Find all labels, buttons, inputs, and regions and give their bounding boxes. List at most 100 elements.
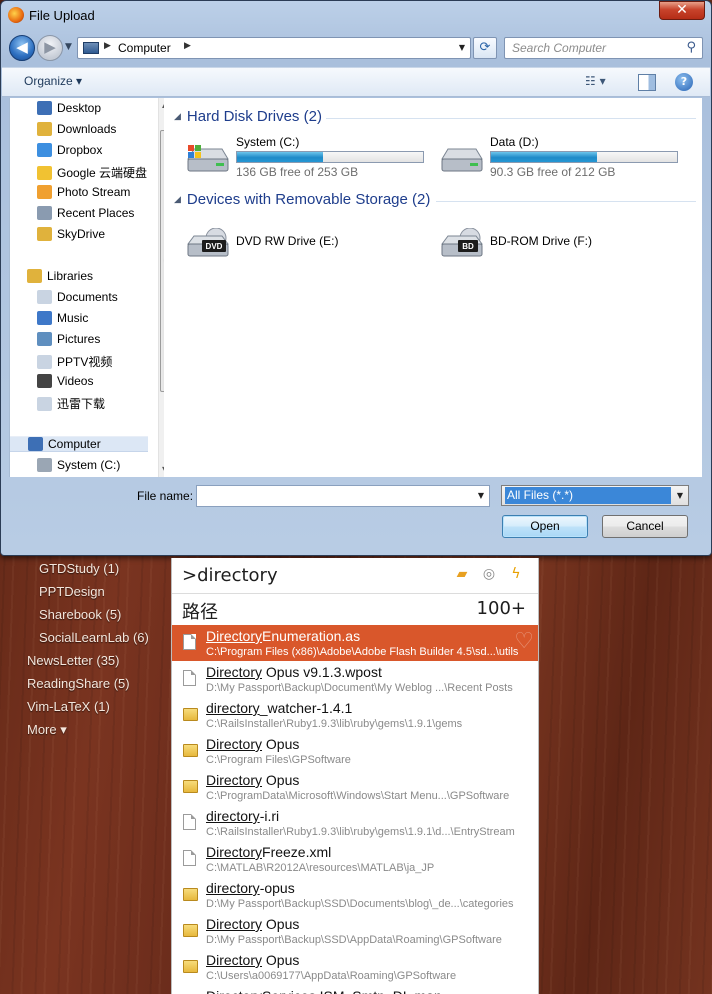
search-input[interactable]: Search Computer ⚲	[504, 37, 703, 59]
videos-icon	[37, 374, 52, 388]
result-item[interactable]: directory-i.ri C:\RailsInstaller\Ruby1.9.…	[172, 805, 538, 841]
tag-item[interactable]: Vim-LaTeX (1)	[27, 699, 110, 714]
group-header-removable[interactable]: ◢ Devices with Removable Storage (2)	[174, 191, 430, 208]
video-library-icon	[37, 355, 52, 369]
music-icon	[37, 311, 52, 325]
group-label: Devices with Removable Storage (2)	[186, 191, 431, 208]
skydrive-folder-icon	[37, 227, 52, 241]
tag-item[interactable]: NewsLetter (35)	[27, 653, 119, 668]
result-title: Directory Opus	[206, 772, 299, 788]
tag-item[interactable]: GTDStudy (1)	[39, 561, 119, 576]
drive-bdrom-f[interactable]: BD BD-ROM Drive (F:)	[438, 218, 688, 266]
file-name-dropdown-icon[interactable]: ▼	[478, 491, 484, 500]
help-icon[interactable]: ?	[675, 73, 693, 91]
close-button[interactable]: ✕	[659, 1, 705, 20]
preview-pane-button[interactable]	[638, 74, 656, 91]
result-item[interactable]: DirectoryFreeze.xml C:\MATLAB\R2012A\reso…	[172, 841, 538, 877]
group-header-hard-disks[interactable]: ◢ Hard Disk Drives (2)	[174, 108, 322, 125]
result-title-rest: Freeze.xml	[262, 844, 332, 860]
sidebar-item-system-c[interactable]: System (C:)	[37, 458, 120, 472]
sidebar-item-pictures[interactable]: Pictures	[37, 332, 100, 346]
chevron-down-icon[interactable]: ▼	[677, 491, 683, 500]
drive-dvd-e[interactable]: DVD DVD RW Drive (E:)	[184, 218, 434, 266]
result-path: C:\Users\a0069177\AppData\Roaming\GPSoft…	[206, 970, 457, 982]
sidebar-item-pptv[interactable]: PPTV视频	[37, 353, 112, 370]
sidebar-item-desktop[interactable]: Desktop	[37, 101, 101, 115]
computer-icon	[83, 42, 99, 54]
tag-item[interactable]: PPTDesign	[39, 584, 105, 599]
sidebar-item-photo-stream[interactable]: Photo Stream	[37, 185, 130, 199]
search-placeholder: Search Computer	[512, 41, 607, 55]
search-icon[interactable]: ⚲	[686, 40, 696, 55]
refresh-button[interactable]: ⟳	[473, 37, 497, 59]
change-view-button[interactable]: ☷ ▾	[585, 74, 619, 92]
sidebar-item-recent-places[interactable]: Recent Places	[37, 206, 134, 220]
organize-button[interactable]: Organize ▾	[24, 74, 82, 88]
query-bar[interactable]: >directory ▰ ◎ ϟ	[172, 558, 538, 594]
lightning-icon[interactable]: ϟ	[508, 566, 524, 582]
result-item[interactable]: DirectoryEnumeration.as C:\Program Files …	[172, 625, 538, 661]
recent-pages-dropdown[interactable]: ▼	[65, 42, 72, 52]
launcher-panel: >directory ▰ ◎ ϟ 路径 100+ DirectoryEnumer…	[171, 558, 539, 994]
breadcrumb-arrow-icon[interactable]: ▶	[184, 41, 191, 51]
drive-name: Data (D:)	[490, 135, 539, 149]
result-item[interactable]: directory-opus D:\My Passport\Backup\SSD\…	[172, 877, 538, 913]
result-title-rest: Enumeration.as	[262, 628, 361, 644]
tag-item[interactable]: Sharebook (5)	[39, 607, 121, 622]
command-toolbar: Organize ▾ ☷ ▾ ?	[2, 67, 710, 97]
cancel-button[interactable]: Cancel	[602, 515, 688, 538]
settings-icon[interactable]: ◎	[481, 566, 497, 582]
drive-data-d[interactable]: Data (D:) 90.3 GB free of 212 GB	[438, 135, 688, 183]
drive-name: DVD RW Drive (E:)	[236, 234, 339, 248]
collapse-arrow-icon[interactable]: ◢	[174, 111, 181, 121]
tag-item[interactable]: ReadingShare (5)	[27, 676, 130, 691]
address-dropdown-icon[interactable]: ▼	[459, 43, 465, 52]
sidebar-item-xunlei[interactable]: 迅雷下载	[37, 395, 105, 412]
result-item[interactable]: Directory Opus v9.1.3.wpost D:\My Passpor…	[172, 661, 538, 697]
sidebar-item-videos[interactable]: Videos	[37, 374, 93, 388]
result-item[interactable]: DirectoryServices.ISM_Smtp_DL.man	[172, 985, 538, 994]
breadcrumb-arrow-icon[interactable]: ▶	[104, 41, 111, 51]
sidebar-item-documents[interactable]: Documents	[37, 290, 118, 304]
sidebar-item-google-drive[interactable]: Google 云端硬盘	[37, 164, 147, 181]
forward-button[interactable]: ▶	[37, 35, 63, 61]
result-item[interactable]: Directory Opus C:\Program Files\GPSoftwar…	[172, 733, 538, 769]
sidebar-item-music[interactable]: Music	[37, 311, 88, 325]
file-name-input[interactable]: ▼	[196, 485, 490, 507]
sidebar-item-libraries[interactable]: Libraries	[27, 269, 93, 283]
sidebar-item-dropbox[interactable]: Dropbox	[37, 143, 102, 157]
sidebar-item-skydrive[interactable]: SkyDrive	[37, 227, 105, 241]
file-type-select[interactable]: All Files (*.*) ▼	[501, 485, 689, 506]
open-button[interactable]: Open	[502, 515, 588, 538]
result-item[interactable]: Directory Opus D:\My Passport\Backup\SSD\…	[172, 913, 538, 949]
download-library-icon	[37, 397, 52, 411]
tag-item[interactable]: SocialLearnLab (6)	[39, 630, 149, 645]
more-link[interactable]: More ▾	[27, 722, 67, 738]
navigation-bar: ◀ ▶ ▼ ▶ Computer ▶ ▼ ⟳ Search Computer ⚲	[1, 31, 711, 65]
sidebar-item-downloads[interactable]: Downloads	[37, 122, 116, 136]
back-button[interactable]: ◀	[9, 35, 35, 61]
result-title-rest: Services.ISM_Smtp_DL.man	[262, 988, 442, 994]
sidebar-item-label: Desktop	[57, 101, 102, 115]
address-bar[interactable]: ▶ Computer ▶ ▼	[77, 37, 471, 59]
folder-icon	[183, 708, 198, 721]
refresh-icon: ⟳	[479, 40, 491, 55]
result-item[interactable]: Directory Opus C:\ProgramData\Microsoft\W…	[172, 769, 538, 805]
collapse-arrow-icon[interactable]: ◢	[174, 194, 181, 204]
folder-icon	[183, 924, 198, 937]
libraries-icon	[27, 269, 42, 283]
group-divider	[326, 118, 696, 119]
query-input[interactable]: >directory	[182, 565, 278, 586]
result-title-rest: Opus	[262, 772, 300, 788]
sidebar-item-label: Libraries	[47, 269, 94, 283]
result-item[interactable]: Directory Opus C:\Users\a0069177\AppData\…	[172, 949, 538, 985]
file-icon	[183, 634, 196, 650]
sidebar-item-computer[interactable]: Computer	[10, 436, 148, 452]
favorite-heart-icon[interactable]: ♡	[514, 629, 534, 654]
window-title: File Upload	[29, 8, 95, 23]
address-crumb-computer[interactable]: Computer	[118, 41, 171, 55]
result-item[interactable]: directory_watcher-1.4.1 C:\RailsInstaller…	[172, 697, 538, 733]
folder-star-icon[interactable]: ▰	[454, 566, 470, 582]
drive-system-c[interactable]: System (C:) 136 GB free of 253 GB	[184, 135, 434, 183]
match-highlight: Directory	[206, 916, 263, 932]
